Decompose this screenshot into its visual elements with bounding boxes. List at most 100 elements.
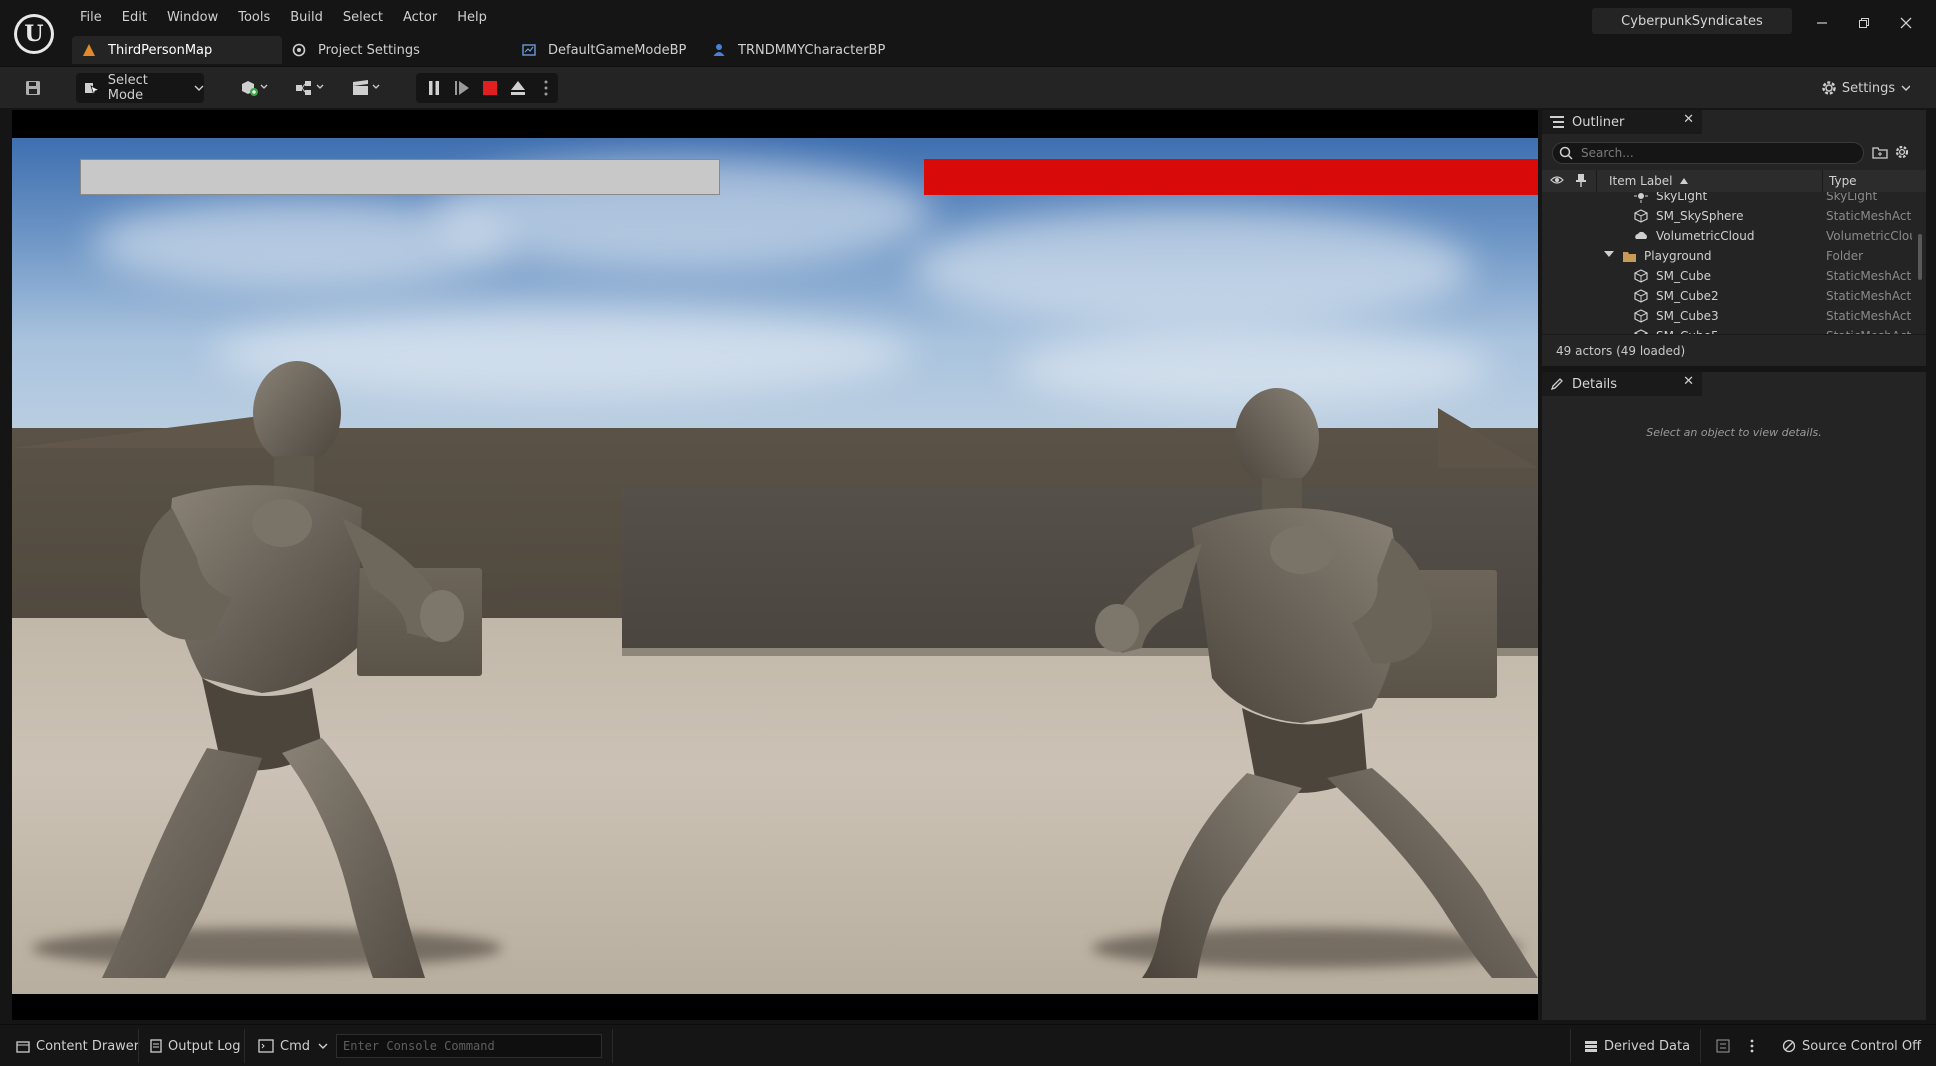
chevron-down-icon — [1901, 85, 1910, 91]
enemy-health-bar — [924, 159, 1538, 195]
outliner-row-label: Playground — [1644, 249, 1712, 263]
outliner-row-type: Folder — [1826, 249, 1864, 263]
close-icon — [1900, 17, 1912, 29]
outliner-tree: SkyLight SkyLight SM_SkySphere StaticMeshAc… — [1542, 192, 1916, 334]
outliner-folder-row[interactable]: Playground Folder — [1542, 246, 1916, 266]
outliner-row[interactable]: SM_Cube3 StaticMeshAct — [1542, 306, 1916, 326]
type-column[interactable]: Type — [1822, 170, 1857, 192]
game-scene[interactable] — [12, 138, 1538, 994]
derived-data-button[interactable]: Derived Data — [1584, 1033, 1690, 1059]
source-control-label: Source Control Off — [1802, 1038, 1922, 1054]
quick-add-button[interactable] — [234, 73, 274, 103]
play-options-button[interactable] — [532, 73, 560, 103]
unreal-logo[interactable]: U — [14, 14, 54, 54]
mesh-icon — [1634, 269, 1648, 283]
content-drawer-button[interactable]: Content Drawer — [16, 1033, 139, 1059]
outliner-row-label: SM_Cube — [1656, 269, 1711, 283]
blueprint-nodes-icon — [296, 81, 324, 95]
pause-button[interactable] — [420, 73, 448, 103]
menu-help[interactable]: Help — [447, 8, 497, 30]
light-icon — [1634, 192, 1648, 203]
minimize-icon — [1817, 22, 1827, 24]
outliner-panel: Outliner ✕ Item Label Type SkyLightSkyLi… — [1542, 110, 1926, 366]
outliner-row[interactable]: SM_Cube StaticMeshAct — [1542, 266, 1916, 286]
console-command-input[interactable] — [337, 1035, 601, 1057]
outliner-row[interactable]: SM_Cube5StaticMeshAct — [1542, 326, 1916, 334]
settings-dropdown[interactable]: Settings — [1820, 73, 1910, 103]
play-controls — [416, 73, 558, 103]
tab-project-settings[interactable]: Project Settings — [282, 36, 492, 64]
source-control-button[interactable]: Source Control Off — [1782, 1033, 1921, 1059]
step-frame-icon — [455, 81, 469, 95]
advance-frame-button[interactable] — [448, 73, 476, 103]
item-label-column[interactable]: Item Label — [1596, 170, 1822, 192]
search-input[interactable] — [1581, 146, 1841, 160]
menu-bar: File Edit Window Tools Build Select Acto… — [70, 8, 497, 30]
pin-icon[interactable] — [1576, 173, 1586, 190]
outliner-row[interactable]: SM_SkySphere StaticMeshAct — [1542, 206, 1916, 226]
menu-select[interactable]: Select — [333, 8, 393, 30]
minimize-button[interactable] — [1802, 10, 1842, 36]
level-icon — [82, 43, 96, 57]
actor-count: 49 actors (49 loaded) — [1542, 334, 1926, 366]
gear-icon — [1822, 81, 1836, 95]
outliner-row-type: VolumetricClou — [1826, 229, 1912, 243]
outliner-settings-button[interactable] — [1894, 144, 1914, 164]
eject-button[interactable] — [504, 73, 532, 103]
outliner-row-label: SM_Cube2 — [1656, 289, 1719, 303]
output-log-button[interactable]: Output Log — [150, 1033, 241, 1059]
blueprints-button[interactable] — [290, 73, 330, 103]
outliner-scrollbar[interactable] — [1918, 234, 1922, 280]
revision-control-status-button[interactable] — [1716, 1033, 1730, 1059]
more-options-button[interactable] — [1750, 1033, 1754, 1059]
select-mode-dropdown[interactable]: Select Mode — [76, 73, 204, 103]
details-panel: Details ✕ Select an object to view detai… — [1542, 372, 1926, 1020]
tab-third-person-map[interactable]: ThirdPersonMap — [72, 36, 282, 64]
stop-button[interactable] — [476, 73, 504, 103]
project-name-badge: CyberpunkSyndicates — [1592, 8, 1792, 34]
status-grid-icon — [1716, 1039, 1730, 1053]
tab-default-game-mode-bp[interactable]: DefaultGameModeBP — [492, 36, 702, 64]
right-fighter-mannequin — [1095, 388, 1538, 978]
tab-label: ThirdPersonMap — [108, 42, 213, 58]
add-folder-icon — [1872, 147, 1888, 159]
unreal-logo-letter: U — [17, 17, 51, 51]
outliner-row-type: StaticMeshAct — [1826, 309, 1912, 323]
chevron-down-icon — [318, 1043, 328, 1049]
close-icon[interactable]: ✕ — [1683, 374, 1694, 389]
outliner-row[interactable]: SM_Cube2 StaticMeshAct — [1542, 286, 1916, 306]
settings-cube-icon — [292, 43, 306, 57]
visibility-eye-icon[interactable] — [1550, 174, 1564, 189]
mesh-icon — [1634, 209, 1648, 223]
details-tab[interactable]: Details ✕ — [1542, 372, 1702, 396]
pencil-icon — [1550, 377, 1564, 391]
restore-icon — [1859, 18, 1869, 28]
menu-build[interactable]: Build — [280, 8, 333, 30]
close-window-button[interactable] — [1886, 10, 1926, 36]
outliner-tab[interactable]: Outliner ✕ — [1542, 110, 1702, 134]
tab-character-bp[interactable]: TRNDMMYCharacterBP — [702, 36, 912, 64]
outliner-row[interactable]: SkyLight SkyLight — [1542, 192, 1916, 206]
menu-edit[interactable]: Edit — [112, 8, 157, 30]
save-icon — [26, 81, 40, 95]
tab-label: Project Settings — [318, 42, 420, 58]
menu-tools[interactable]: Tools — [228, 8, 280, 30]
level-viewport[interactable] — [12, 110, 1538, 1020]
cinematics-button[interactable] — [346, 73, 386, 103]
outliner-row-label: SM_Cube3 — [1656, 309, 1719, 323]
expand-arrow-icon[interactable] — [1604, 249, 1618, 263]
restore-button[interactable] — [1844, 10, 1884, 36]
new-folder-button[interactable] — [1872, 144, 1892, 164]
menu-window[interactable]: Window — [157, 8, 228, 30]
content-drawer-label: Content Drawer — [36, 1038, 140, 1054]
close-icon[interactable]: ✕ — [1683, 112, 1694, 127]
outliner-row[interactable]: VolumetricCloud VolumetricClou — [1542, 226, 1916, 246]
menu-actor[interactable]: Actor — [393, 8, 447, 30]
outliner-search — [1552, 142, 1864, 164]
settings-label: Settings — [1841, 80, 1896, 96]
menu-file[interactable]: File — [70, 8, 112, 30]
details-title: Details — [1572, 376, 1618, 392]
cmd-dropdown[interactable]: Cmd — [258, 1033, 328, 1059]
outliner-row-label: VolumetricCloud — [1656, 229, 1755, 243]
save-button[interactable] — [18, 73, 48, 103]
